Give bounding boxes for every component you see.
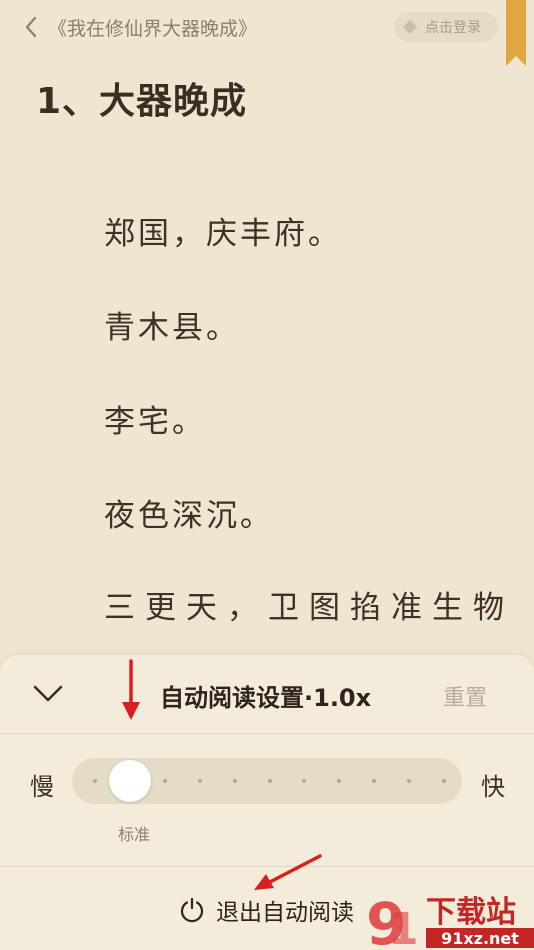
speed-step-dot[interactable] (197, 779, 202, 783)
slow-label: 慢 (30, 773, 54, 801)
reset-button[interactable]: 重置 (443, 680, 487, 712)
svg-text:91xz.net: 91xz.net (441, 929, 519, 948)
speed-step-dot[interactable] (267, 779, 272, 783)
speed-step-dot[interactable] (232, 779, 237, 783)
speed-step-dot[interactable] (162, 779, 167, 783)
back-arrow-icon[interactable] (22, 14, 40, 40)
standard-speed-label: 标准 (118, 825, 151, 844)
divider (0, 733, 534, 734)
paragraph: 郑国，庆丰府。 (104, 216, 342, 252)
watermark-logo: 9 1 下载站 91xz.net (366, 890, 534, 950)
svg-text:1: 1 (388, 904, 419, 950)
top-bar: 《我在修仙界大器晚成》 点击登录 (0, 0, 534, 66)
login-label: 点击登录 (425, 20, 481, 36)
speed-step-dot[interactable] (337, 779, 342, 783)
speed-step-dot[interactable] (442, 779, 446, 783)
login-button[interactable]: 点击登录 (394, 12, 498, 42)
annotation-arrow-icon (254, 854, 322, 890)
paragraph: 夜色深沉。 (104, 498, 274, 534)
chapter-title: 1、大器晚成 (36, 81, 248, 122)
speed-step-dot[interactable] (93, 779, 97, 783)
annotation-arrow-icon (122, 659, 140, 720)
fast-label: 快 (481, 773, 505, 801)
chevron-down-icon[interactable] (30, 681, 66, 707)
exit-auto-read-button[interactable]: 退出自动阅读 (178, 892, 354, 928)
book-title[interactable]: 《我在修仙界大器晚成》 (48, 14, 257, 41)
speed-step-dot[interactable] (407, 779, 412, 783)
paragraph: 三更天，卫图掐准生物 (104, 590, 514, 626)
bookmark-icon[interactable] (506, 0, 526, 66)
auto-read-settings-title: 自动阅读设置·1.0x (160, 684, 372, 712)
speed-slider[interactable] (72, 758, 462, 804)
speed-step-dot[interactable] (372, 779, 377, 783)
exit-auto-read-label: 退出自动阅读 (216, 900, 354, 926)
power-icon (180, 897, 204, 923)
paragraph: 李宅。 (104, 404, 206, 440)
svg-text:下载站: 下载站 (426, 895, 516, 930)
speed-slider-knob[interactable] (108, 760, 151, 802)
diamond-icon (402, 19, 418, 35)
speed-step-dot[interactable] (302, 779, 307, 783)
paragraph: 青木县。 (104, 310, 240, 346)
